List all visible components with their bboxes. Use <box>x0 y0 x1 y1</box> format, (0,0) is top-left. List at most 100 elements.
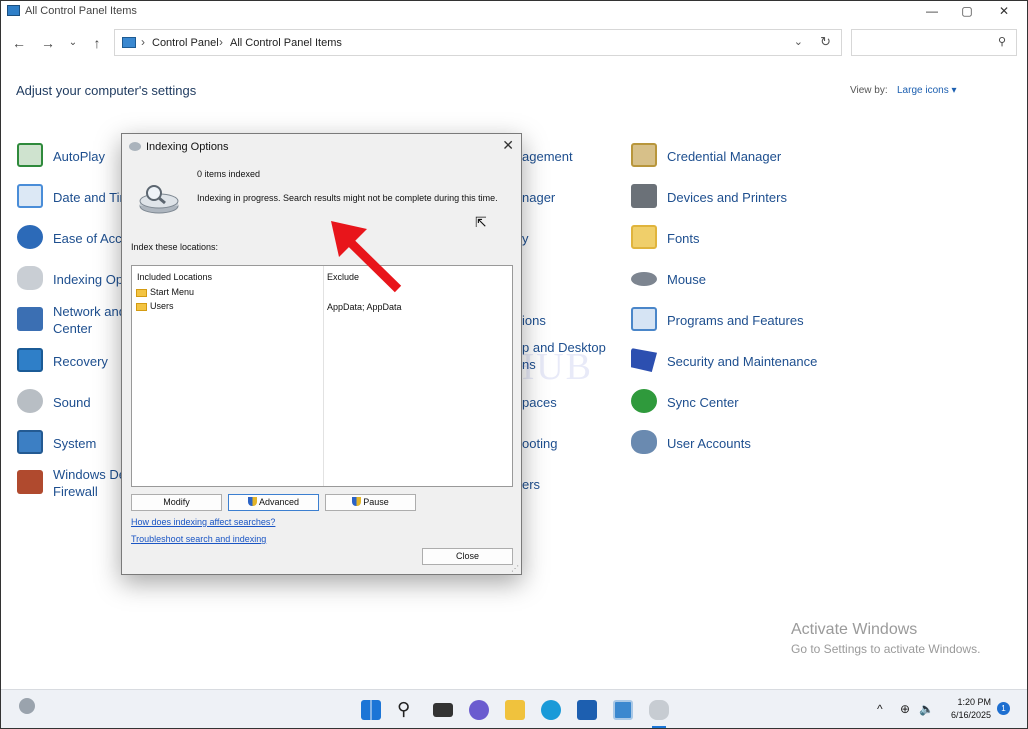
mouse-cursor-icon: ⇱ <box>475 214 487 230</box>
control-panel-taskbar-icon[interactable] <box>613 700 633 720</box>
cp-item-ease-of-access[interactable]: Ease of Acce <box>17 223 129 253</box>
task-view-icon[interactable] <box>433 703 453 717</box>
address-bar[interactable]: › Control Panel › All Control Panel Item… <box>114 29 842 56</box>
control-panel-window: All Control Panel Items — ▢ ✕ ← → ⌄ ↑ › … <box>0 0 1028 729</box>
title-bar: All Control Panel Items — ▢ ✕ <box>1 1 1027 23</box>
cp-item-date-time[interactable]: Date and Tir <box>17 182 127 212</box>
dialog-title: Indexing Options <box>146 141 229 153</box>
search-icon[interactable]: ⚲ <box>397 700 417 720</box>
close-button[interactable]: Close <box>422 548 513 565</box>
cp-item-sync-center[interactable]: Sync Center <box>631 387 831 417</box>
close-window-button[interactable]: ✕ <box>989 3 1019 21</box>
cp-item-label: ers <box>522 477 541 492</box>
cp-item-label: Security and Maintenance <box>667 354 818 369</box>
cp-item-user-accounts[interactable]: User Accounts <box>631 428 831 458</box>
cp-item-autoplay[interactable]: AutoPlay <box>17 141 127 171</box>
troubleshoot-link[interactable]: Troubleshoot search and indexing <box>131 534 266 544</box>
items-indexed-count: 0 items indexed <box>197 169 261 179</box>
search-icon: ⚲ <box>997 36 1006 48</box>
activate-windows-subtitle: Go to Settings to activate Windows. <box>791 642 981 656</box>
forward-arrow-icon[interactable]: → <box>39 34 57 52</box>
clock-time: 1:20 PM <box>957 697 991 707</box>
column-header-included[interactable]: Included Locations <box>137 272 212 282</box>
uac-shield-icon <box>247 497 257 506</box>
indexing-options-taskbar-icon[interactable] <box>649 700 669 720</box>
cp-item-programs-features[interactable]: Programs and Features <box>631 305 831 335</box>
chat-icon[interactable] <box>469 700 489 720</box>
cp-item-label: AutoPlay <box>53 149 106 164</box>
indexing-icon <box>17 266 43 290</box>
indexing-affect-link[interactable]: How does indexing affect searches? <box>131 517 275 527</box>
speaker-icon <box>17 389 43 413</box>
flag-icon <box>631 348 657 372</box>
cp-item-recovery[interactable]: Recovery <box>17 346 127 376</box>
up-arrow-icon[interactable]: ↑ <box>88 34 106 52</box>
breadcrumb-all-items[interactable]: All Control Panel Items <box>230 37 342 49</box>
weather-icon[interactable] <box>19 698 35 714</box>
exclude-value: AppData; AppData <box>327 302 402 312</box>
advanced-button[interactable]: Advanced <box>228 494 319 511</box>
edge-icon[interactable] <box>541 700 561 720</box>
clock[interactable]: 1:20 PM 6/16/2025 <box>941 696 991 722</box>
cp-item-system[interactable]: System <box>17 428 127 458</box>
cp-item-label: User Accounts <box>667 436 751 451</box>
view-by-dropdown[interactable]: Large icons ▾ <box>897 85 957 96</box>
cp-item-label: agement <box>522 149 573 164</box>
list-item[interactable]: Start Menu <box>136 287 194 297</box>
cp-item-windows-firewall[interactable]: Windows De Firewall <box>17 464 127 504</box>
cp-item-devices-printers[interactable]: Devices and Printers <box>631 182 831 212</box>
store-icon[interactable] <box>577 700 597 720</box>
page-title: Adjust your computer's settings <box>16 83 197 98</box>
address-dropdown-icon[interactable]: ⌄ <box>794 35 803 48</box>
chevron-up-icon[interactable]: ^ <box>877 702 883 716</box>
window-title: All Control Panel Items <box>25 5 137 17</box>
cp-item-label: y <box>522 231 529 246</box>
active-indicator <box>652 726 666 728</box>
cp-item-label: Sound <box>53 395 91 410</box>
clock-date: 6/16/2025 <box>950 710 991 720</box>
network-globe-icon[interactable]: ⊕ <box>900 702 910 716</box>
cp-item-network-sharing[interactable]: Network and Center <box>17 301 127 341</box>
start-windows-icon[interactable] <box>361 700 381 720</box>
minimize-button[interactable]: — <box>917 3 947 21</box>
view-by-label: View by: <box>850 85 888 96</box>
cp-item-label: Network and <box>53 304 126 319</box>
refresh-icon[interactable]: ↻ <box>820 34 831 50</box>
cp-item-indexing-options[interactable]: Indexing Op <box>17 264 127 294</box>
index-locations-list[interactable]: Included Locations Exclude Start Menu Us… <box>131 265 513 487</box>
cp-item-label-line2: Center <box>53 321 93 336</box>
cp-item-label: Ease of Acce <box>53 231 129 246</box>
file-explorer-icon[interactable] <box>505 700 525 720</box>
location-name: Users <box>150 301 174 311</box>
search-input[interactable]: ⚲ <box>851 29 1017 56</box>
cp-item-label: System <box>53 436 97 451</box>
breadcrumb-separator-icon: › <box>219 35 223 49</box>
printer-icon <box>631 184 657 208</box>
breadcrumb-control-panel[interactable]: Control Panel <box>152 37 219 49</box>
recent-locations-chevron-icon[interactable]: ⌄ <box>64 34 82 52</box>
cp-item-fonts[interactable]: Fonts <box>631 223 831 253</box>
folder-icon <box>136 302 147 311</box>
cp-item-label: Mouse <box>667 272 707 287</box>
back-arrow-icon[interactable]: ← <box>10 34 28 52</box>
cp-item-security-maintenance[interactable]: Security and Maintenance <box>631 346 831 376</box>
cp-item-label: paces <box>522 395 557 410</box>
close-icon[interactable]: ✕ <box>502 137 514 154</box>
pause-button[interactable]: Pause <box>325 494 416 511</box>
list-item[interactable]: Users <box>136 301 174 311</box>
red-arrow-annotation <box>331 221 402 293</box>
maximize-button[interactable]: ▢ <box>952 3 982 21</box>
indexing-magnifier-icon <box>139 185 179 214</box>
volume-icon[interactable]: 🔈 <box>919 702 934 716</box>
cp-item-label: Recovery <box>53 354 108 369</box>
cp-item-credential-manager[interactable]: Credential Manager <box>631 141 831 171</box>
cp-item-mouse[interactable]: Mouse <box>631 264 831 294</box>
programs-icon <box>631 307 657 331</box>
resize-grip-icon[interactable]: ⋰ <box>511 564 519 573</box>
cp-item-sound[interactable]: Sound <box>17 387 127 417</box>
modify-button[interactable]: Modify <box>131 494 222 511</box>
taskbar: ⚲ ^ ⊕ 🔈 1:20 PM 6/16/2025 1 <box>1 689 1027 728</box>
cp-item-label-line2: Firewall <box>53 484 98 499</box>
notification-badge[interactable]: 1 <box>997 702 1010 715</box>
cp-item-label: Date and Tir <box>53 190 124 205</box>
